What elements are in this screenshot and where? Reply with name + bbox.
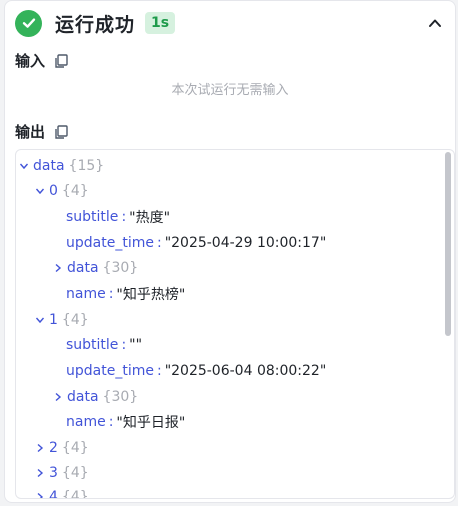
tree-node-item-0[interactable]: 0 {4} [34, 180, 89, 202]
chevron-down-icon[interactable] [34, 185, 46, 197]
chevron-right-icon[interactable] [34, 467, 46, 479]
output-label: 输出 [15, 123, 46, 141]
json-key: 1 [49, 312, 58, 328]
json-count: {4} [61, 465, 89, 481]
json-key: subtitle [66, 337, 119, 353]
tree-leaf: subtitle : "热度" [66, 209, 171, 226]
tree-leaf: update_time : "2025-06-04 08:00:22" [66, 363, 327, 379]
tree-node-item-1[interactable]: 1 {4} [34, 309, 89, 331]
chevron-right-icon[interactable] [34, 442, 46, 454]
tree-node-data[interactable]: data {30} [52, 257, 138, 279]
json-count: {4} [61, 183, 89, 199]
status-title: 运行成功 [55, 13, 136, 36]
tree-leaf: name : "知乎日报" [66, 414, 186, 431]
chevron-right-icon[interactable] [52, 391, 64, 403]
json-key: 0 [49, 183, 58, 199]
result-header: 运行成功 1s [15, 9, 445, 37]
json-value: "" [129, 337, 143, 353]
json-key: name [66, 286, 106, 302]
json-count: {4} [61, 489, 89, 499]
json-output-viewer[interactable]: data {15} 0 {4} subtitle : "热度" update_t… [15, 149, 455, 499]
json-key: data [33, 158, 65, 174]
json-key: update_time [66, 235, 154, 251]
output-section-header: 输出 [15, 121, 69, 142]
chevron-right-icon[interactable] [52, 262, 64, 274]
tree-node-root[interactable]: data {15} [18, 155, 104, 177]
input-label: 输入 [15, 52, 46, 70]
json-key: subtitle [66, 209, 119, 225]
scrollbar-thumb[interactable] [445, 152, 451, 336]
tree-leaf: name : "知乎热榜" [66, 286, 186, 303]
json-count: {30} [102, 389, 139, 405]
input-section-header: 输入 [15, 50, 69, 71]
json-count: {4} [61, 312, 89, 328]
chevron-right-icon[interactable] [34, 491, 46, 498]
json-key: data [67, 260, 99, 276]
chevron-up-icon[interactable] [425, 13, 445, 33]
json-value: "知乎日报" [116, 415, 186, 431]
json-key: update_time [66, 363, 154, 379]
tree-node-item-4[interactable]: 4 {4} [34, 486, 89, 499]
json-count: {30} [102, 260, 139, 276]
tree-node-data[interactable]: data {30} [52, 386, 138, 408]
copy-icon[interactable] [53, 53, 69, 69]
json-key: 3 [49, 465, 58, 481]
json-count: {4} [61, 440, 89, 456]
duration-badge: 1s [145, 12, 176, 34]
tree-leaf: subtitle : "" [66, 337, 143, 353]
input-empty-message: 本次试运行无需输入 [171, 83, 289, 98]
chevron-down-icon[interactable] [34, 314, 46, 326]
json-key: data [67, 389, 99, 405]
chevron-down-icon[interactable] [18, 160, 30, 172]
tree-leaf: update_time : "2025-04-29 10:00:17" [66, 235, 327, 251]
json-key: name [66, 414, 106, 430]
run-result-panel: 运行成功 1s 输入 本次试运行无需输入 输出 data {15} 0 {4} [4, 0, 456, 503]
json-key: 2 [49, 440, 58, 456]
success-check-icon [15, 9, 42, 37]
json-value: "2025-04-29 10:00:17" [164, 235, 327, 251]
json-value: "热度" [129, 210, 171, 226]
json-value: "2025-06-04 08:00:22" [164, 363, 327, 379]
tree-node-item-3[interactable]: 3 {4} [34, 462, 89, 484]
json-key: 4 [49, 489, 58, 499]
json-count: {15} [68, 158, 105, 174]
tree-node-item-2[interactable]: 2 {4} [34, 437, 89, 459]
copy-icon[interactable] [53, 124, 69, 140]
json-value: "知乎热榜" [116, 287, 186, 303]
